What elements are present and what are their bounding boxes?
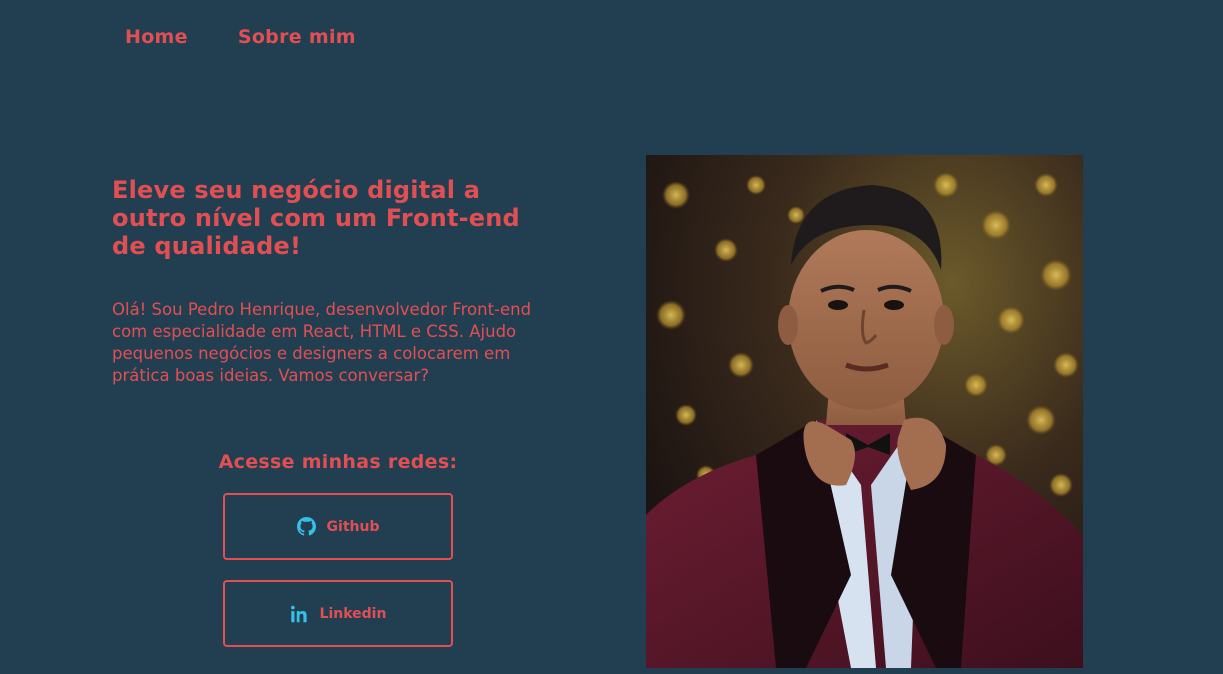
linkedin-button-label: Linkedin	[319, 605, 387, 622]
intro-text: Olá! Sou Pedro Henrique, desenvolvedor F…	[112, 300, 532, 385]
github-icon	[297, 517, 317, 537]
github-button-label: Github	[326, 518, 380, 535]
hero-title: Eleve seu negócio digital a outro nível …	[112, 176, 520, 260]
social-heading: Acesse minhas redes:	[218, 451, 458, 473]
profile-photo	[646, 155, 1083, 668]
linkedin-button[interactable]: Linkedin	[223, 580, 453, 647]
nav-link-about[interactable]: Sobre mim	[238, 24, 356, 50]
linkedin-icon	[290, 604, 310, 624]
nav-link-home[interactable]: Home	[125, 24, 188, 50]
github-button[interactable]: Github	[223, 493, 453, 560]
main-nav: Home Sobre mim	[125, 24, 356, 50]
